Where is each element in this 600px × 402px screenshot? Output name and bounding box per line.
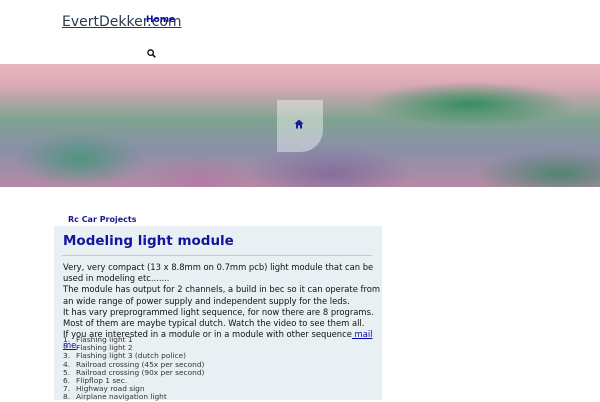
body-line-1: Very, very compact (13 x 8.8mm on 0.7mm … — [63, 262, 374, 284]
search-icon[interactable] — [147, 49, 156, 58]
home-icon[interactable] — [294, 119, 304, 129]
nav-home-link[interactable]: Home — [146, 15, 175, 25]
breadcrumb-rc-car-projects[interactable]: Rc Car Projects — [68, 215, 137, 224]
list-item: 8. Airplane navigation light — [63, 392, 167, 402]
body-line-2: The module has output for 2 channels, a … — [63, 284, 381, 306]
title-divider — [62, 255, 372, 256]
site-header: EvertDekker.com Home — [0, 0, 600, 64]
body-line-3: It has vary preprogrammed light sequence… — [63, 306, 374, 329]
page-title: Modeling light module — [63, 233, 234, 249]
program-list: 1. Flashing light 1 2. Flashing light 2 3.… — [63, 335, 204, 402]
